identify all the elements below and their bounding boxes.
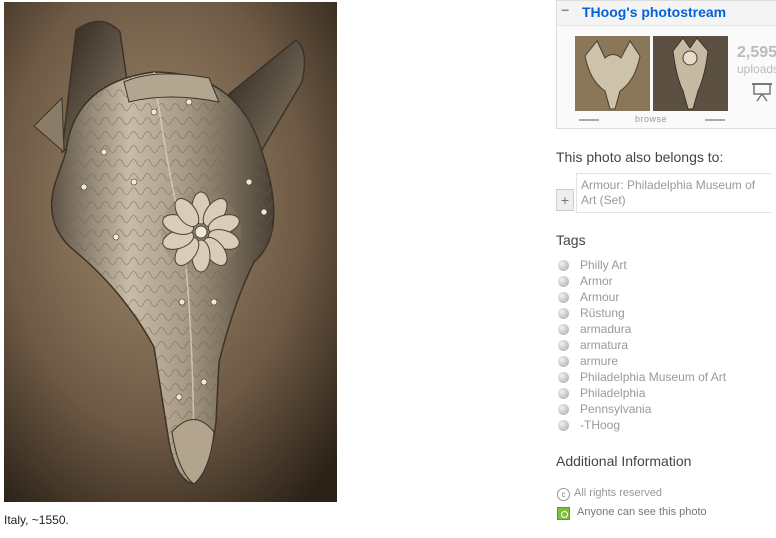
armor-thumbnail-icon bbox=[575, 36, 650, 111]
photostream-header: − THoog's photostream bbox=[557, 1, 776, 26]
globe-icon[interactable] bbox=[558, 308, 569, 319]
photostream-thumbnail[interactable] bbox=[653, 36, 728, 111]
license-text: All rights reserved bbox=[574, 487, 663, 499]
globe-icon[interactable] bbox=[558, 340, 569, 351]
tag-link[interactable]: Philly Art bbox=[580, 258, 627, 272]
globe-icon[interactable] bbox=[558, 260, 569, 271]
armor-photo-image bbox=[4, 2, 337, 502]
tag-link[interactable]: armatura bbox=[580, 338, 628, 352]
browse-bar: browse bbox=[575, 114, 729, 126]
browse-link[interactable]: browse bbox=[635, 114, 667, 124]
globe-icon[interactable] bbox=[558, 372, 569, 383]
tag-link[interactable]: Pennsylvania bbox=[580, 402, 651, 416]
tag-link[interactable]: -THoog bbox=[580, 418, 620, 432]
arrow-right-icon[interactable] bbox=[705, 119, 725, 121]
tag-link[interactable]: Philadelphia Museum of Art bbox=[580, 370, 726, 384]
uploads-label: uploads bbox=[737, 62, 776, 76]
armor-thumbnail-icon bbox=[653, 36, 728, 111]
photostream-panel: − THoog's photostream 2,595 uploads brow… bbox=[556, 0, 776, 129]
globe-icon[interactable] bbox=[558, 420, 569, 431]
set-item[interactable]: Armour: Philadelphia Museum of Art (Set) bbox=[576, 173, 771, 213]
arrow-left-icon[interactable] bbox=[579, 119, 599, 121]
globe-icon[interactable] bbox=[558, 356, 569, 367]
photo-caption: Italy, ~1550. bbox=[4, 513, 69, 527]
visibility-icon bbox=[557, 507, 570, 520]
tag-link[interactable]: Armor bbox=[580, 274, 613, 288]
tag-link[interactable]: armadura bbox=[580, 322, 631, 336]
collapse-icon[interactable]: − bbox=[561, 3, 573, 17]
tags-heading: Tags bbox=[556, 232, 586, 248]
photostream-thumbnail[interactable] bbox=[575, 36, 650, 111]
globe-icon[interactable] bbox=[558, 404, 569, 415]
tag-link[interactable]: Armour bbox=[580, 290, 619, 304]
globe-icon[interactable] bbox=[558, 324, 569, 335]
upload-count: 2,595 bbox=[737, 44, 776, 61]
slideshow-icon[interactable] bbox=[751, 81, 773, 103]
sets-heading: This photo also belongs to: bbox=[556, 149, 724, 165]
visibility-text: Anyone can see this photo bbox=[577, 506, 707, 518]
main-photo[interactable] bbox=[4, 2, 337, 502]
globe-icon[interactable] bbox=[558, 276, 569, 287]
add-set-icon[interactable]: + bbox=[556, 189, 574, 211]
photostream-title-link[interactable]: THoog's photostream bbox=[582, 4, 726, 20]
additional-info-heading: Additional Information bbox=[556, 453, 692, 469]
globe-icon[interactable] bbox=[558, 388, 569, 399]
globe-icon[interactable] bbox=[558, 292, 569, 303]
tag-link[interactable]: Rüstung bbox=[580, 306, 625, 320]
set-link[interactable]: Armour: Philadelphia Museum of Art (Set) bbox=[581, 178, 767, 208]
tag-link[interactable]: Philadelphia bbox=[580, 386, 645, 400]
tag-link[interactable]: armure bbox=[580, 354, 618, 368]
copyright-icon: c bbox=[557, 488, 570, 501]
